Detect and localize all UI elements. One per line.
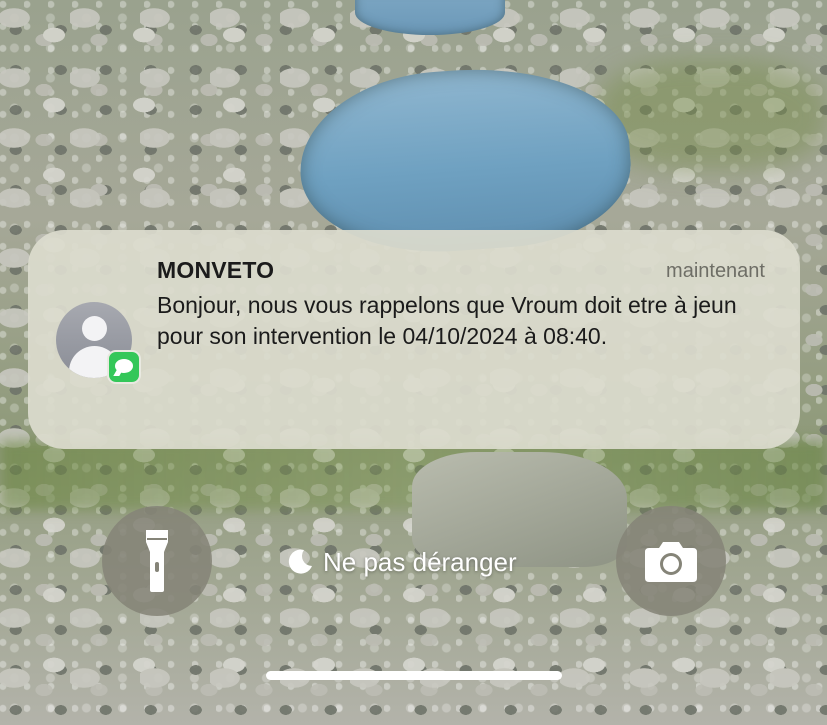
camera-icon (645, 542, 697, 582)
focus-label: Ne pas déranger (323, 546, 517, 577)
notification-message: Bonjour, nous vous rappelons que Vroum d… (157, 292, 737, 349)
notification-sender: MONVETO (157, 257, 275, 283)
camera-button[interactable] (616, 506, 726, 616)
notification-timestamp: maintenant (666, 260, 765, 282)
flashlight-button[interactable] (102, 506, 212, 616)
moon-icon (288, 549, 312, 574)
messages-icon (107, 350, 141, 384)
avatar-head (82, 316, 107, 341)
do-not-disturb-indicator[interactable]: Ne pas déranger (285, 540, 517, 584)
home-indicator[interactable] (266, 671, 562, 680)
flashlight-icon (146, 530, 168, 592)
wallpaper-grass-top (597, 60, 827, 170)
